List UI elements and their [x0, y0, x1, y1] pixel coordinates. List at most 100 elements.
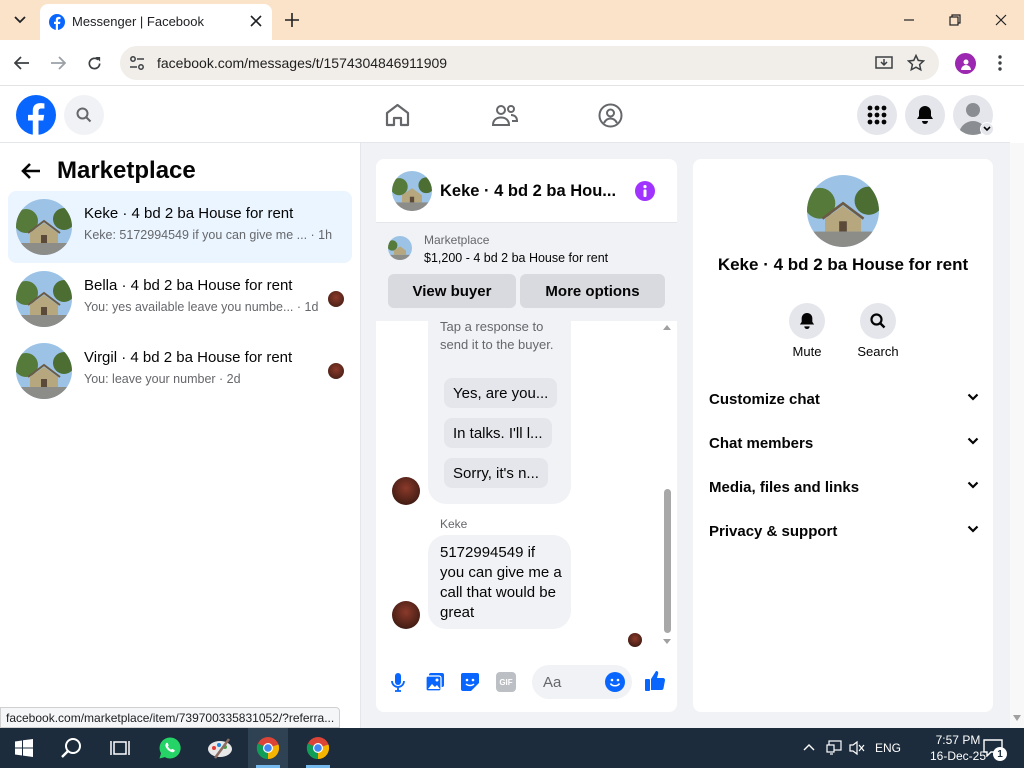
page-scroll-down-icon[interactable] — [1013, 715, 1021, 721]
reload-icon[interactable] — [80, 49, 108, 77]
chat-info-panel: Keke · 4 bd 2 ba House for rent Mute Sea… — [693, 159, 993, 712]
scroll-up-icon[interactable] — [662, 323, 672, 331]
conversation-preview: Keke: 5172994549 if you can give me ... … — [84, 228, 333, 242]
conversation-item[interactable]: Virgil · 4 bd 2 ba House for rent You: l… — [8, 335, 352, 407]
site-info-icon[interactable] — [129, 55, 145, 71]
more-options-button[interactable]: More options — [520, 274, 665, 308]
show-hidden-icons-chevron-icon[interactable] — [803, 743, 815, 751]
search-in-chat-button[interactable]: Search — [855, 303, 901, 363]
tab-search-button[interactable] — [6, 6, 34, 34]
chat-members-section[interactable]: Chat members — [709, 435, 979, 455]
system-clock[interactable]: 7:57 PM 16-Dec-25 — [930, 732, 986, 764]
search-button[interactable] — [64, 95, 104, 135]
windows-start-icon[interactable] — [4, 728, 44, 768]
windows-taskbar: ENG 7:57 PM 16-Dec-25 1 — [0, 728, 1024, 768]
chat-title[interactable]: Keke · 4 bd 2 ba Hou... — [440, 182, 616, 201]
home-icon[interactable] — [385, 103, 410, 127]
url-text: facebook.com/messages/t/1574304846911909 — [157, 55, 448, 71]
taskbar-search-icon[interactable] — [52, 728, 92, 768]
account-chevron-icon[interactable] — [980, 122, 994, 136]
scroll-down-icon[interactable] — [662, 638, 672, 646]
like-thumbs-up-icon[interactable] — [644, 670, 666, 692]
chat-header: Keke · 4 bd 2 ba Hou... — [376, 159, 677, 223]
photo-icon[interactable] — [425, 672, 445, 692]
conversation-name: Virgil · 4 bd 2 ba House for rent — [84, 349, 293, 366]
sender-avatar[interactable] — [392, 601, 420, 629]
bell-icon — [917, 106, 933, 124]
mute-label: Mute — [792, 344, 822, 359]
address-bar[interactable]: facebook.com/messages/t/1574304846911909 — [120, 46, 939, 80]
info-icon[interactable] — [635, 181, 655, 201]
chrome-taskbar-icon-active[interactable] — [248, 728, 288, 768]
facebook-logo-icon[interactable] — [16, 95, 56, 135]
microphone-icon[interactable] — [391, 672, 405, 692]
conversation-preview: You: leave your number · 2d — [84, 372, 241, 386]
view-buyer-button[interactable]: View buyer — [388, 274, 516, 308]
clock-time: 7:57 PM — [935, 733, 981, 747]
install-app-icon[interactable] — [875, 54, 893, 72]
sticker-icon[interactable] — [460, 672, 480, 692]
browser-toolbar: facebook.com/messages/t/1574304846911909 — [0, 40, 1024, 86]
forward-arrow-icon[interactable] — [44, 49, 72, 77]
whatsapp-icon[interactable] — [150, 728, 190, 768]
messages-area: Tap a response to send it to the buyer. … — [376, 321, 677, 653]
volume-muted-icon[interactable] — [849, 740, 865, 756]
conversation-preview: You: yes available leave you numbe... · … — [84, 300, 319, 314]
conversation-item[interactable]: Bella · 4 bd 2 ba House for rent You: ye… — [8, 263, 352, 335]
profile-icon[interactable] — [955, 53, 976, 74]
notifications-button[interactable] — [905, 95, 945, 135]
quick-reply-tip: Tap a response to send it to the buyer. — [440, 321, 554, 352]
quick-reply-option[interactable]: Sorry, it's n... — [444, 458, 548, 488]
conversation-item[interactable]: Keke · 4 bd 2 ba House for rent Keke: 51… — [8, 191, 352, 263]
media-files-links-section[interactable]: Media, files and links — [709, 479, 979, 499]
back-arrow-icon — [21, 163, 40, 179]
back-button[interactable] — [21, 163, 41, 179]
sender-avatar[interactable] — [392, 477, 420, 505]
new-tab-icon[interactable] — [285, 13, 299, 27]
paint-app-icon[interactable] — [200, 728, 240, 768]
notification-count-badge: 1 — [993, 747, 1007, 761]
listing-thumbnail — [16, 343, 72, 399]
minimize-icon[interactable] — [903, 14, 915, 26]
customize-chat-section[interactable]: Customize chat — [709, 391, 979, 411]
gif-icon[interactable]: GIF — [496, 672, 516, 692]
browser-menu-icon[interactable] — [998, 55, 1002, 71]
back-arrow-icon[interactable] — [8, 49, 36, 77]
emoji-icon[interactable] — [605, 672, 625, 692]
scrollbar-thumb[interactable] — [664, 489, 671, 633]
search-label: Search — [857, 344, 899, 359]
quick-reply-option[interactable]: In talks. I'll l... — [444, 418, 552, 448]
mute-button[interactable]: Mute — [784, 303, 828, 363]
tab-close-icon[interactable] — [250, 15, 262, 27]
marketplace-listing-card: Marketplace $1,200 - 4 bd 2 ba House for… — [376, 223, 677, 321]
page-title: Marketplace — [57, 157, 196, 184]
message-input[interactable]: Aa — [532, 665, 632, 699]
sender-name: Keke — [440, 517, 468, 531]
task-view-icon[interactable] — [100, 728, 140, 768]
window-close-icon[interactable] — [995, 14, 1007, 26]
bookmark-star-icon[interactable] — [907, 54, 925, 72]
listing-mini-thumbnail — [388, 236, 412, 260]
groups-icon[interactable] — [598, 103, 623, 128]
restore-icon[interactable] — [949, 14, 961, 26]
chrome-taskbar-icon[interactable] — [298, 728, 338, 768]
language-indicator[interactable]: ENG — [875, 741, 901, 755]
message-bubble[interactable]: 5172994549 if you can give me a call tha… — [428, 535, 571, 629]
clock-date: 16-Dec-25 — [929, 749, 986, 763]
network-icon[interactable] — [826, 740, 842, 756]
search-icon — [76, 107, 92, 123]
tab-title: Messenger | Facebook — [72, 14, 204, 29]
quick-reply-option[interactable]: Yes, are you... — [444, 378, 558, 408]
listing-thumbnail — [16, 199, 72, 255]
chat-listing-avatar[interactable] — [392, 171, 432, 211]
browser-tab[interactable]: Messenger | Facebook — [40, 4, 272, 40]
page-scrollbar[interactable] — [1010, 143, 1024, 728]
notification-center-icon[interactable]: 1 — [983, 739, 1007, 761]
info-title: Keke · 4 bd 2 ba House for rent — [717, 255, 969, 274]
friends-icon[interactable] — [492, 104, 518, 126]
facebook-header — [0, 87, 1010, 143]
browser-tab-strip: Messenger | Facebook — [0, 0, 1024, 40]
privacy-support-section[interactable]: Privacy & support — [709, 523, 979, 543]
chat-panel: Keke · 4 bd 2 ba Hou... Marketplace $1,2… — [376, 159, 677, 712]
menu-grid-button[interactable] — [857, 95, 897, 135]
